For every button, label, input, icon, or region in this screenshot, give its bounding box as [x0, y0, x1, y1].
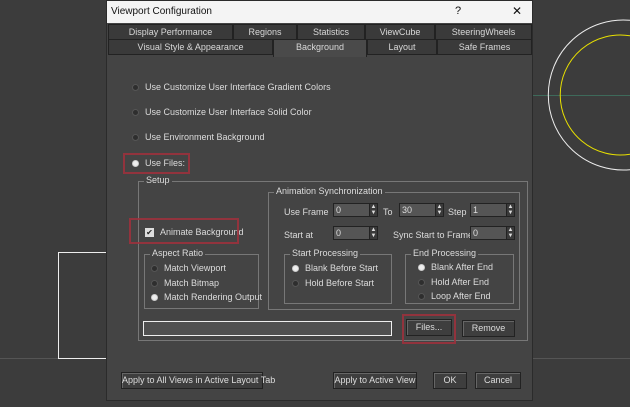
group-label: Start Processing [290, 248, 361, 258]
apply-to-all-views-button[interactable]: Apply to All Views in Active Layout Tab [121, 372, 275, 389]
radio-label: Use Customize User Interface Solid Color [145, 107, 312, 117]
spinner-value[interactable]: 0 [470, 226, 506, 240]
radio-icon [418, 292, 425, 300]
end-processing-group: End Processing Blank After End Hold Afte… [405, 248, 514, 304]
radio-label: Blank After End [431, 262, 494, 272]
group-label: Aspect Ratio [150, 248, 206, 258]
viewport-configuration-dialog: Viewport Configuration ? ✕ Display Perfo… [106, 0, 533, 401]
sync-start-spinner[interactable]: 0 ▲ ▼ [470, 226, 515, 240]
help-button[interactable]: ? [455, 5, 461, 17]
radio-match-bitmap[interactable]: Match Bitmap [151, 278, 219, 288]
tab-steeringwheels[interactable]: SteeringWheels [435, 24, 532, 40]
spinner-value[interactable]: 0 [333, 203, 369, 217]
tab-safe-frames[interactable]: Safe Frames [437, 39, 532, 55]
radio-icon [151, 264, 158, 272]
radio-blank-after-end[interactable]: Blank After End [418, 262, 493, 272]
radio-label: Match Rendering Output [164, 292, 263, 302]
radio-label: Use Environment Background [145, 132, 265, 142]
tab-statistics[interactable]: Statistics [297, 24, 365, 40]
step-label: Step [448, 207, 467, 217]
tab-layout[interactable]: Layout [367, 39, 437, 55]
radio-icon [292, 264, 299, 272]
radio-label: Hold Before Start [305, 278, 375, 288]
spinner-value[interactable]: 1 [470, 203, 506, 217]
use-frame-spinner[interactable]: 0 ▲ ▼ [333, 203, 378, 217]
highlight-box [402, 314, 456, 344]
tab-visual-style[interactable]: Visual Style & Appearance [108, 39, 273, 55]
radio-icon [151, 279, 158, 287]
group-label: Animation Synchronization [274, 186, 385, 196]
radio-environment-background[interactable]: Use Environment Background [132, 132, 265, 142]
radio-icon [292, 279, 299, 287]
to-label: To [383, 207, 393, 217]
highlight-box [123, 153, 190, 174]
radio-match-viewport[interactable]: Match Viewport [151, 263, 226, 273]
aspect-ratio-group: Aspect Ratio Match Viewport Match Bitmap… [144, 248, 262, 309]
spinner-arrows-icon[interactable]: ▲ ▼ [369, 203, 378, 217]
highlight-box [129, 218, 239, 244]
radio-icon [418, 278, 425, 286]
spinner-arrows-icon[interactable]: ▲ ▼ [506, 226, 515, 240]
group-label: Setup [144, 175, 172, 185]
radio-icon [132, 133, 139, 141]
tab-background[interactable]: Background [273, 39, 367, 57]
radio-label: Blank Before Start [305, 263, 379, 273]
sync-start-label: Sync Start to Frame [393, 230, 474, 240]
group-label: End Processing [411, 248, 479, 258]
cancel-button[interactable]: Cancel [475, 372, 521, 389]
radio-label: Hold After End [431, 277, 490, 287]
tab-display-performance[interactable]: Display Performance [108, 24, 233, 40]
radio-icon [132, 108, 139, 116]
radio-hold-after-end[interactable]: Hold After End [418, 277, 489, 287]
spinner-arrows-icon[interactable]: ▲ ▼ [506, 203, 515, 217]
step-spinner[interactable]: 1 ▲ ▼ [470, 203, 515, 217]
radio-match-rendering-output[interactable]: Match Rendering Output [151, 292, 262, 302]
close-button[interactable]: ✕ [512, 4, 522, 18]
radio-icon [418, 263, 425, 271]
use-frame-label: Use Frame [284, 207, 329, 217]
radio-icon [151, 293, 158, 301]
viewport-axis-line [533, 95, 630, 96]
radio-label: Loop After End [431, 291, 491, 301]
tab-regions[interactable]: Regions [233, 24, 297, 40]
radio-blank-before-start[interactable]: Blank Before Start [292, 263, 378, 273]
radio-solid-color[interactable]: Use Customize User Interface Solid Color [132, 107, 312, 117]
spinner-value[interactable]: 0 [333, 226, 369, 240]
radio-label: Match Bitmap [164, 278, 220, 288]
dialog-title: Viewport Configuration [111, 6, 212, 17]
radio-hold-before-start[interactable]: Hold Before Start [292, 278, 374, 288]
viewport-rectangle [58, 252, 108, 359]
start-at-label: Start at [284, 230, 314, 240]
ok-button[interactable]: OK [433, 372, 467, 389]
spinner-arrows-icon[interactable]: ▲ ▼ [435, 203, 444, 217]
apply-to-active-view-button[interactable]: Apply to Active View [333, 372, 417, 389]
start-processing-group: Start Processing Blank Before Start Hold… [284, 248, 392, 304]
to-spinner[interactable]: 30 ▲ ▼ [399, 203, 444, 217]
remove-button[interactable]: Remove [462, 320, 515, 337]
radio-label: Use Customize User Interface Gradient Co… [145, 82, 331, 92]
file-path-field[interactable] [143, 321, 392, 336]
radio-loop-after-end[interactable]: Loop After End [418, 291, 491, 301]
title-bar: Viewport Configuration ? ✕ [107, 1, 532, 23]
tab-viewcube[interactable]: ViewCube [365, 24, 435, 40]
start-at-spinner[interactable]: 0 ▲ ▼ [333, 226, 378, 240]
radio-label: Match Viewport [164, 263, 226, 273]
radio-icon [132, 83, 139, 91]
spinner-arrows-icon[interactable]: ▲ ▼ [369, 226, 378, 240]
radio-gradient-colors[interactable]: Use Customize User Interface Gradient Co… [132, 82, 331, 92]
spinner-value[interactable]: 30 [399, 203, 435, 217]
